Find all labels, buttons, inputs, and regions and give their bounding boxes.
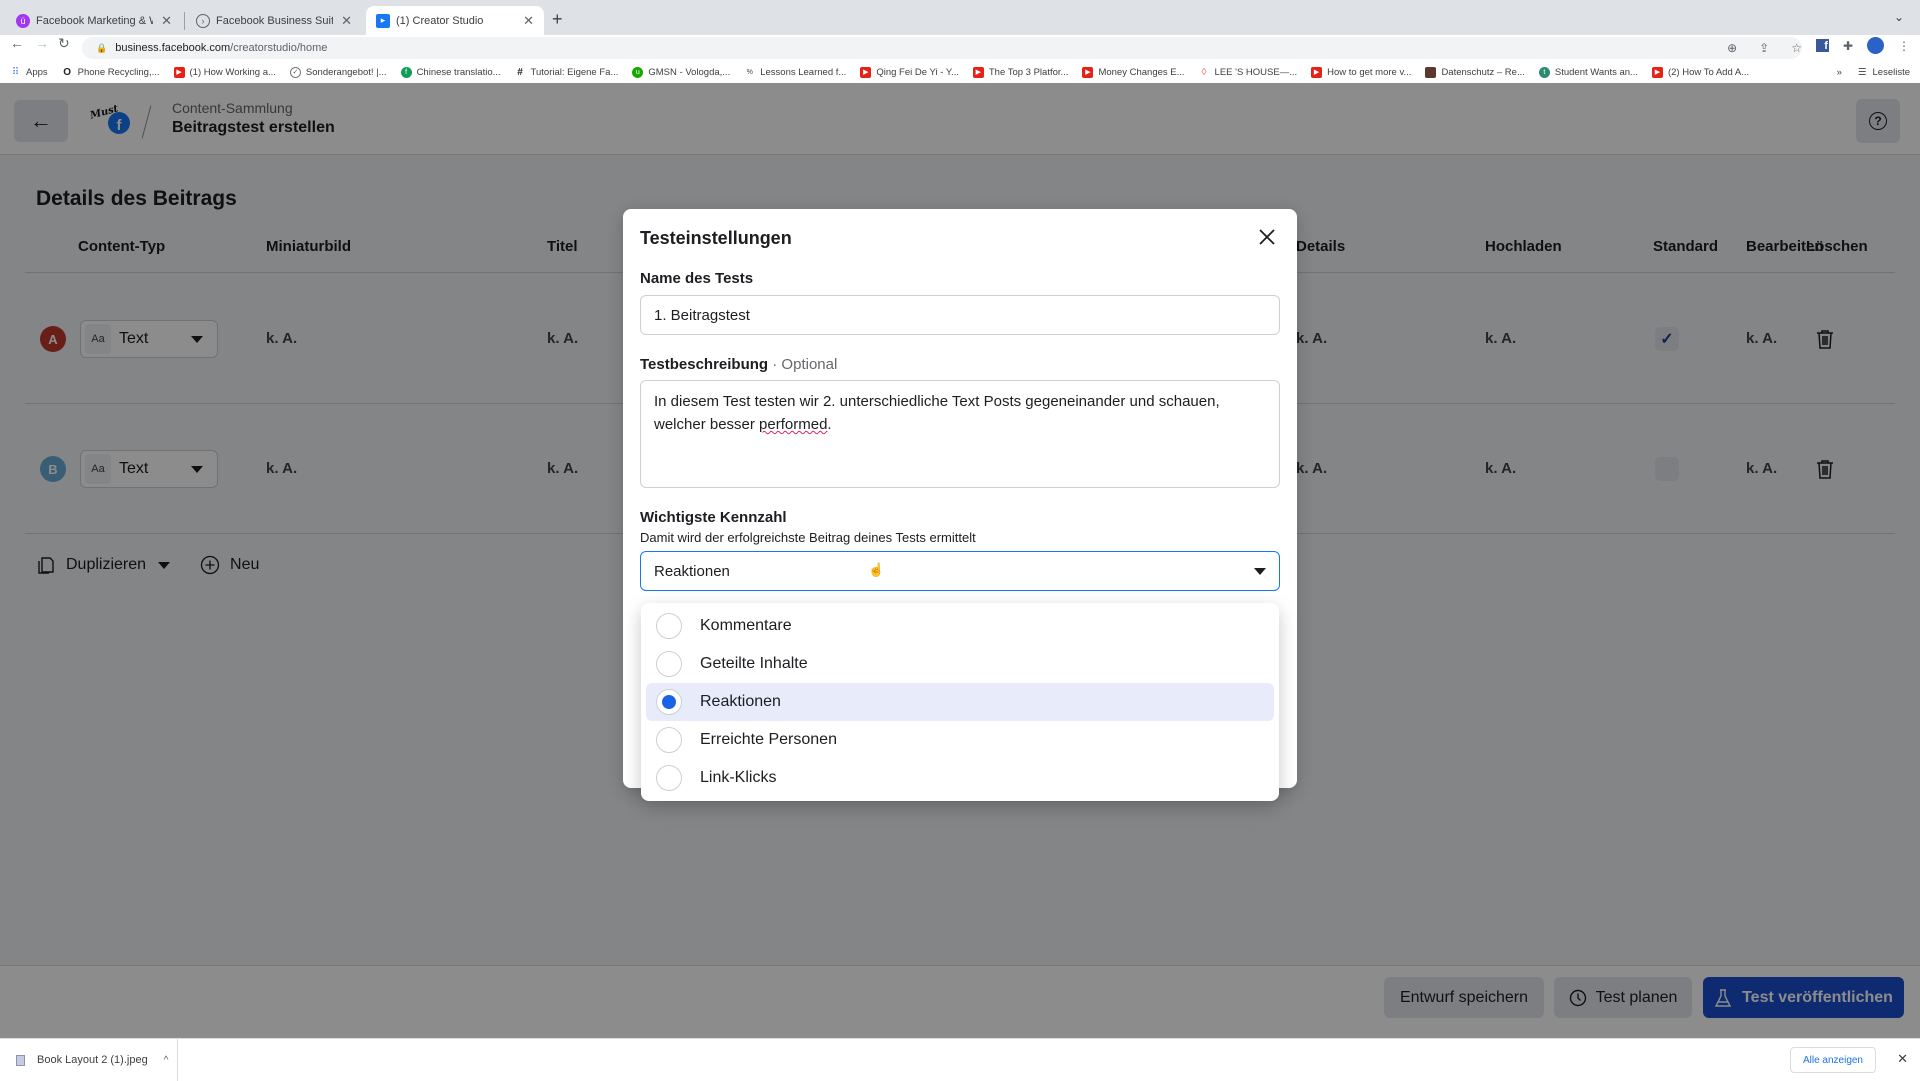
- bookmark-item[interactable]: # Tutorial: Eigene Fa...: [515, 66, 618, 78]
- forward-arrow-icon[interactable]: →: [35, 35, 49, 51]
- caret-down-icon: [1254, 567, 1266, 575]
- browser-tab-creator-studio[interactable]: ▸ (1) Creator Studio ✕: [366, 6, 544, 35]
- dialog-title: Testeinstellungen: [640, 228, 792, 248]
- bookmark-apps[interactable]: ⠿ Apps: [10, 67, 48, 78]
- radio-button[interactable]: [656, 727, 682, 753]
- reload-icon[interactable]: ↻: [58, 35, 70, 52]
- bookmark-item[interactable]: ✓ Sonderangebot! |...: [289, 66, 387, 78]
- browser-tab-udemy[interactable]: ü Facebook Marketing & Werbea ✕: [6, 6, 182, 35]
- bookmark-item[interactable]: f Chinese translatio...: [400, 66, 501, 78]
- radio-button-selected[interactable]: [656, 689, 682, 715]
- address-bar[interactable]: 🔒 business.facebook.com/creatorstudio/ho…: [82, 37, 1802, 59]
- opera-icon: O: [63, 66, 72, 78]
- bookmark-item[interactable]: ▶ How to get more v...: [1311, 66, 1411, 78]
- key-metric-label: Wichtigste Kennzahl: [640, 509, 787, 526]
- bookmark-image-icon: [1425, 66, 1437, 78]
- business-suite-icon: ›: [196, 13, 210, 28]
- close-tab-icon[interactable]: ✕: [341, 13, 352, 29]
- close-tab-icon[interactable]: ✕: [161, 13, 172, 29]
- key-metric-description: Damit wird der erfolgreichste Beitrag de…: [640, 530, 976, 545]
- bookmark-item[interactable]: ▶ The Top 3 Platfor...: [972, 66, 1068, 78]
- browser-tab-business-suite[interactable]: › Facebook Business Suite ✕: [186, 6, 362, 35]
- reading-list-button[interactable]: ☰ Leseliste: [1858, 67, 1910, 78]
- youtube-icon: ▶: [1651, 66, 1663, 78]
- file-icon: [16, 1054, 25, 1066]
- percent-icon: %: [746, 68, 753, 76]
- bookmark-item[interactable]: % Lessons Learned f...: [744, 67, 847, 78]
- download-shelf: Book Layout 2 (1).jpeg ^ Alle anzeigen ✕: [0, 1038, 1920, 1081]
- metric-option-erreichte-personen[interactable]: Erreichte Personen: [646, 721, 1274, 759]
- upwork-icon: u: [632, 66, 644, 78]
- bookmark-icon: ✓: [289, 66, 301, 78]
- key-metric-dropdown: Kommentare Geteilte Inhalte Reaktionen E…: [641, 603, 1279, 801]
- bookmark-item[interactable]: ▶ Qing Fei De Yi - Y...: [860, 66, 959, 78]
- bookmark-item[interactable]: u GMSN - Vologda,...: [632, 66, 730, 78]
- youtube-icon: ▶: [972, 66, 984, 78]
- key-metric-select[interactable]: Reaktionen: [640, 551, 1280, 591]
- pointer-cursor-icon: ☝: [868, 562, 885, 577]
- bookmarks-overflow-button[interactable]: »: [1837, 67, 1842, 78]
- extensions-puzzle-icon[interactable]: ✚: [1843, 39, 1853, 53]
- tab-search-chevron-icon[interactable]: ⌄: [1894, 10, 1904, 24]
- youtube-icon: ▶: [173, 66, 185, 78]
- test-name-label: Name des Tests: [640, 270, 754, 287]
- metric-option-geteilte-inhalte[interactable]: Geteilte Inhalte: [646, 645, 1274, 683]
- profile-avatar[interactable]: [1867, 37, 1884, 54]
- metric-option-link-klicks[interactable]: Link-Klicks: [646, 759, 1274, 797]
- download-item[interactable]: Book Layout 2 (1).jpeg ^: [0, 1039, 178, 1081]
- bookmark-item[interactable]: ▶ (2) How To Add A...: [1651, 66, 1749, 78]
- radio-dot: [662, 695, 676, 709]
- t-icon: t: [1538, 66, 1550, 78]
- browser-tab-strip: ü Facebook Marketing & Werbea ✕ › Facebo…: [0, 0, 1920, 35]
- radio-button[interactable]: [656, 651, 682, 677]
- metric-option-kommentare[interactable]: Kommentare: [646, 607, 1274, 645]
- hashtag-icon: #: [517, 66, 523, 78]
- apps-grid-icon: ⠿: [11, 66, 20, 78]
- bookmark-item[interactable]: O Phone Recycling,...: [62, 66, 159, 78]
- youtube-icon: ▶: [1082, 66, 1094, 78]
- close-icon[interactable]: ✕: [1897, 1051, 1908, 1067]
- test-description-label: Testbeschreibung · Optional: [640, 356, 838, 373]
- test-name-input[interactable]: 1. Beitragstest: [640, 295, 1280, 335]
- browser-menu-icon[interactable]: ⋮: [1898, 39, 1910, 53]
- facebook-extension-icon[interactable]: f: [1815, 39, 1829, 52]
- close-tab-icon[interactable]: ✕: [523, 13, 534, 29]
- youtube-icon: ▶: [860, 66, 872, 78]
- chevron-up-icon[interactable]: ^: [164, 1055, 169, 1066]
- radio-button[interactable]: [656, 765, 682, 791]
- misspelled-word: performed: [759, 416, 828, 433]
- youtube-icon: ▶: [1311, 66, 1323, 78]
- share-icon[interactable]: ⇪: [1759, 41, 1769, 55]
- bookmark-item[interactable]: t Student Wants an...: [1538, 66, 1638, 78]
- close-icon[interactable]: [1255, 225, 1279, 249]
- creator-studio-icon: ▸: [376, 13, 390, 28]
- udemy-icon: ü: [16, 13, 30, 28]
- bookmark-item[interactable]: ▶ (1) How Working a...: [173, 66, 276, 78]
- radio-button[interactable]: [656, 613, 682, 639]
- reading-list-icon: ☰: [1857, 66, 1867, 78]
- zoom-icon[interactable]: ⊕: [1727, 41, 1737, 55]
- show-all-downloads-button[interactable]: Alle anzeigen: [1789, 1047, 1876, 1073]
- bookmark-item[interactable]: Datenschutz – Re...: [1425, 66, 1525, 78]
- bookmark-item[interactable]: ▶ Money Changes E...: [1082, 66, 1185, 78]
- airbnb-icon: ◊: [1201, 66, 1207, 78]
- bookmark-item[interactable]: ◊ LEE 'S HOUSE—...: [1199, 67, 1298, 78]
- new-tab-button[interactable]: +: [552, 9, 563, 30]
- back-arrow-icon[interactable]: ←: [10, 35, 24, 51]
- tab-separator: [184, 12, 185, 30]
- metric-option-reaktionen[interactable]: Reaktionen: [646, 683, 1274, 721]
- bookmarks-bar: ⠿ Apps O Phone Recycling,... ▶ (1) How Work…: [0, 62, 1920, 82]
- translate-icon: f: [400, 66, 412, 78]
- bookmark-star-icon[interactable]: ☆: [1791, 41, 1802, 55]
- lock-icon: 🔒: [96, 42, 108, 53]
- test-description-textarea[interactable]: In diesem Test testen wir 2. unterschied…: [640, 380, 1280, 488]
